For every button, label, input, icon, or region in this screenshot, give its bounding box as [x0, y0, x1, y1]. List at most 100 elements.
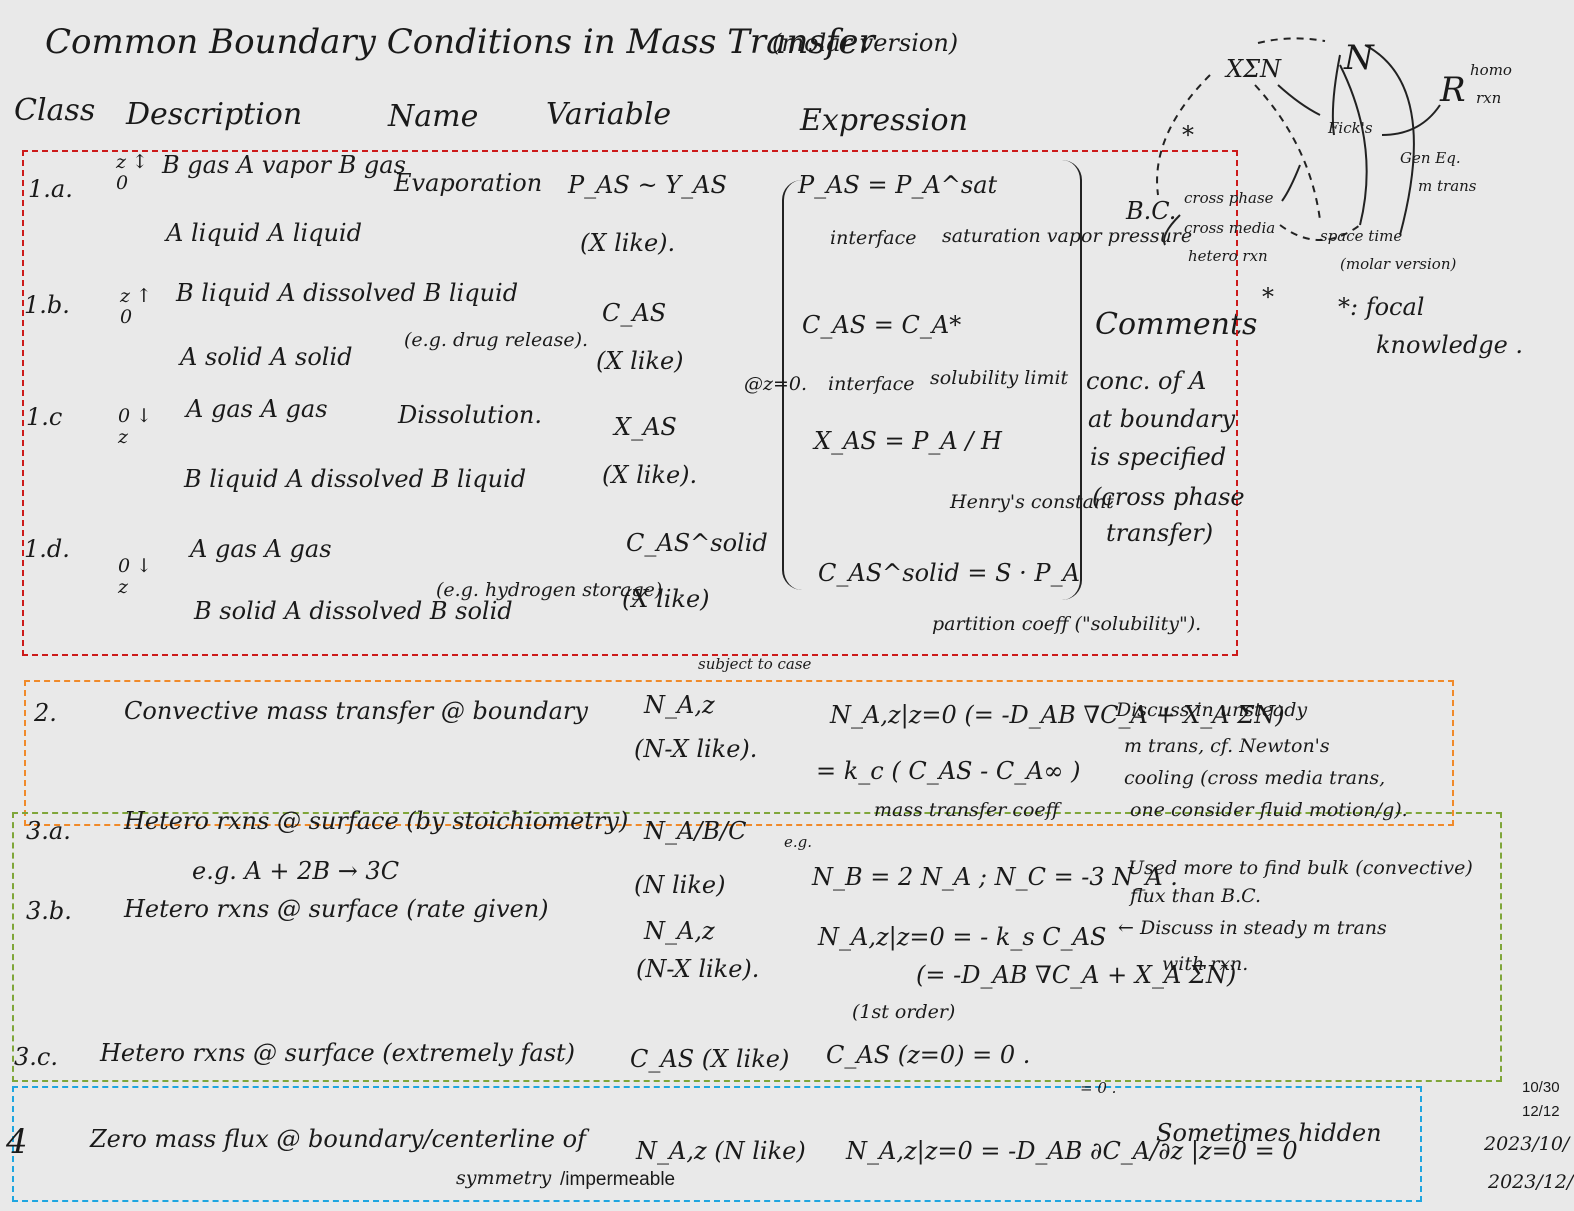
row-3c-variable: C_AS (X like): [630, 1045, 790, 1073]
row-1b-name: (e.g. drug release).: [404, 329, 589, 351]
comment-1-line-4: (cross phase: [1092, 483, 1245, 511]
row-4-desc2: symmetry: [456, 1167, 552, 1189]
date-4: 2023/12/: [1488, 1171, 1574, 1193]
row-1a-name: Evaporation: [394, 169, 543, 197]
row-1d-expr-note: partition coeff ("solubility").: [932, 613, 1202, 635]
row-1b-expr: C_AS = C_A*: [802, 311, 962, 339]
row-1b-desc-bottom: A solid A solid: [180, 343, 353, 371]
row-1c-expr: X_AS = P_A / H: [814, 427, 1002, 455]
row-3a-like: (N like): [634, 871, 726, 899]
diagram-bc-item-1: cross phase: [1184, 189, 1274, 207]
row-3a-desc: Hetero rxns @ surface (by stoichiometry): [124, 807, 629, 835]
diagram-xsn: XΣN: [1226, 55, 1282, 83]
row-1a-expr: P_AS = P_A^sat: [798, 171, 998, 199]
row-4-comment: Sometimes hidden: [1156, 1119, 1382, 1147]
row-2-comment-4: one consider fluid motion/g).: [1130, 799, 1408, 821]
row-1a-desc-bottom: A liquid A liquid: [166, 219, 362, 247]
row-1b-expr-note1: interface: [828, 373, 915, 395]
header-name: Name: [388, 99, 479, 134]
title-note: (molar version): [772, 29, 959, 57]
row-2-subject: subject to case: [698, 655, 812, 673]
diagram-knowledge: knowledge .: [1376, 331, 1524, 359]
row-3a-comment-2: flux than B.C.: [1130, 885, 1262, 907]
diagram-bc-item-3: hetero rxn: [1188, 247, 1268, 265]
row-1b-expr-note2: solubility limit: [930, 367, 1069, 389]
row-4-variable: N_A,z (N like): [636, 1137, 806, 1165]
diagram-space-time: space time: [1320, 227, 1403, 245]
row-2-expr-note: mass transfer coeff: [874, 799, 1060, 821]
date-2: 12/12: [1522, 1103, 1560, 1120]
row-3b-comment-1: ← Discuss in steady m trans: [1118, 917, 1387, 939]
row-3c-desc: Hetero rxns @ surface (extremely fast): [100, 1039, 576, 1067]
row-1b-at: @z=0.: [744, 373, 808, 395]
row-1a-class: 1.a.: [28, 175, 73, 203]
diagram-m-trans: m trans: [1418, 177, 1477, 195]
row-1d-desc-top: A gas A gas: [190, 535, 332, 563]
diagram-r: R: [1440, 70, 1466, 110]
row-1c-expr-note: Henry's constant: [950, 491, 1114, 513]
row-1b-variable: C_AS: [602, 299, 667, 327]
row-3b-expr1: N_A,z|z=0 = - k_s C_AS: [818, 923, 1107, 951]
date-1: 10/30: [1522, 1079, 1560, 1096]
row-1c-name: Dissolution.: [398, 401, 542, 429]
comment-1-line-5: transfer): [1106, 519, 1214, 547]
row-2-variable: N_A,z: [644, 691, 715, 719]
axis-z-1c: 0 ↓ z: [118, 405, 153, 448]
diagram-star-1: *: [1182, 121, 1194, 149]
diagram-homo: homo: [1470, 61, 1512, 79]
diagram-ficks: Fick's: [1328, 119, 1373, 137]
row-1d-desc-bottom: B solid A dissolved B solid: [194, 597, 513, 625]
header-description: Description: [126, 97, 303, 132]
row-3a-eg: e.g. A + 2B → 3C: [192, 857, 400, 885]
axis-z-1b: z ↑ 0: [120, 285, 152, 328]
diagram-molar: (molar version): [1340, 255, 1457, 273]
date-3: 2023/10/: [1484, 1133, 1570, 1155]
diagram-bc-item-2: cross media: [1184, 219, 1276, 237]
diagram-rxn: rxn: [1476, 89, 1502, 107]
row-3c-class: 3.c.: [14, 1043, 58, 1071]
header-expression: Expression: [800, 103, 968, 138]
diagram-n: N: [1344, 38, 1374, 78]
row-2-comment-3: cooling (cross media trans,: [1124, 767, 1386, 789]
header-variable: Variable: [546, 97, 672, 132]
diagram-focal: *: focal: [1338, 293, 1425, 321]
row-3b-expr3: (1st order): [852, 1001, 956, 1023]
row-3a-comment-1: Used more to find bulk (convective): [1128, 857, 1473, 879]
comment-1-line-1: conc. of A: [1086, 367, 1207, 395]
comment-1-line-3: is specified: [1090, 443, 1227, 471]
row-3b-desc: Hetero rxns @ surface (rate given): [124, 895, 549, 923]
diagram-gen-eq: Gen Eq.: [1400, 149, 1461, 167]
row-3a-eg-label: e.g.: [784, 833, 813, 851]
row-1a-expr-note1: interface: [830, 227, 917, 249]
row-2-class: 2.: [34, 699, 57, 727]
row-3c-expr: C_AS (z=0) = 0 .: [826, 1041, 1031, 1069]
row-4-desc3: /impermeable: [560, 1169, 676, 1190]
header-class: Class: [14, 93, 96, 128]
page-title: Common Boundary Conditions in Mass Trans…: [45, 22, 875, 62]
row-3a-expr: N_B = 2 N_A ; N_C = -3 N_A .: [812, 863, 1178, 891]
row-1a-variable: P_AS ~ Y_AS: [568, 171, 727, 199]
row-1d-like: (X like): [622, 585, 710, 613]
row-1c-like: (X like).: [602, 461, 698, 489]
row-4-desc: Zero mass flux @ boundary/centerline of: [90, 1125, 586, 1153]
comment-1-line-2: at boundary: [1088, 405, 1236, 433]
row-1a-desc-top: B gas A vapor B gas: [162, 151, 406, 179]
row-3a-class: 3.a.: [26, 817, 71, 845]
row-2-like: (N-X like).: [634, 735, 758, 763]
diagram-bc: B.C.: [1126, 197, 1177, 225]
row-1b-desc-top: B liquid A dissolved B liquid: [176, 279, 519, 307]
axis-z-1d: 0 ↓ z: [118, 555, 153, 598]
row-1c-desc-top: A gas A gas: [186, 395, 328, 423]
row-3b-variable: N_A,z: [644, 917, 715, 945]
row-1c-class: 1.c: [26, 403, 63, 431]
row-1b-like: (X like): [596, 347, 684, 375]
row-1d-variable: C_AS^solid: [626, 529, 768, 557]
row-4-top-zero: = 0 .: [1080, 1079, 1117, 1097]
row-4-class: 4: [6, 1122, 28, 1162]
row-3b-like: (N-X like).: [636, 955, 760, 983]
row-2-desc: Convective mass transfer @ boundary: [124, 697, 588, 725]
row-1c-desc-bottom: B liquid A dissolved B liquid: [184, 465, 527, 493]
axis-z-1a: z ↕ 0: [116, 151, 148, 194]
row-3a-variable: N_A/B/C: [644, 817, 747, 845]
row-2-expr2: = k_c ( C_AS - C_A∞ ): [816, 757, 1081, 785]
